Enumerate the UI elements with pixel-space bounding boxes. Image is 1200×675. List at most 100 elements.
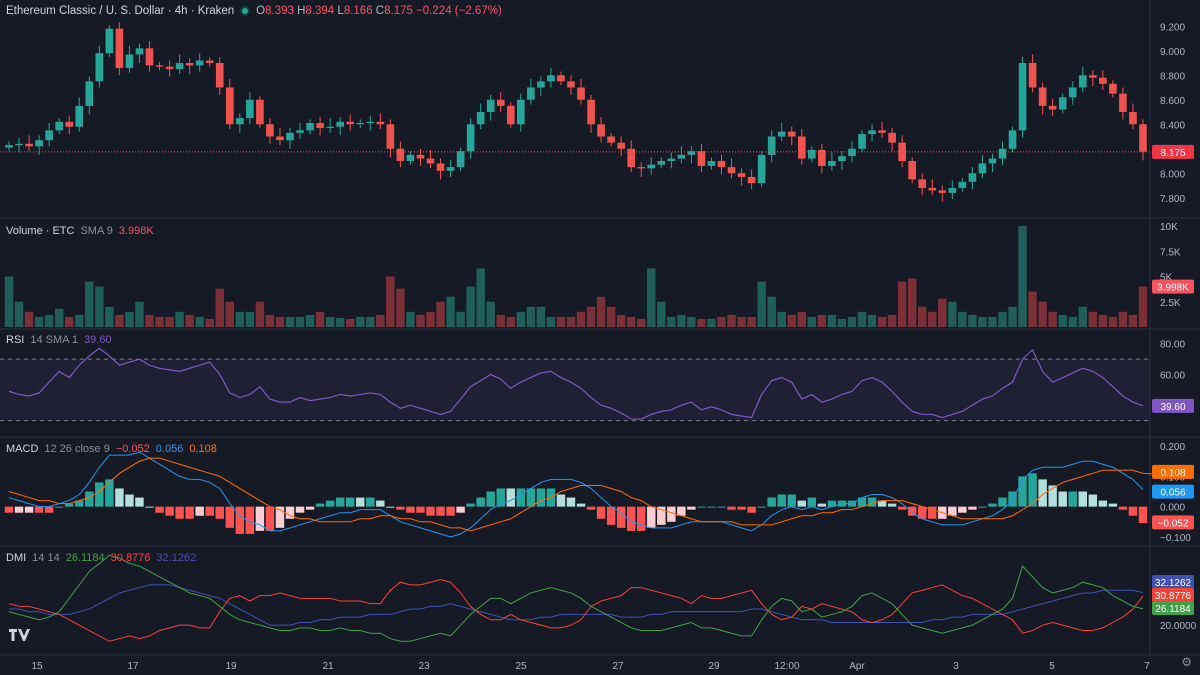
candle-body bbox=[938, 190, 947, 193]
candle-body bbox=[1018, 63, 1027, 131]
candle-body bbox=[426, 158, 435, 164]
candle-body bbox=[386, 124, 395, 149]
volume-bar bbox=[616, 314, 626, 327]
macd-histogram-bar bbox=[225, 506, 235, 528]
price-legend: Ethereum Classic / U. S. Dollar · 4h · K… bbox=[6, 5, 502, 17]
ohlc-values: O8.393 H8.394 L8.166 C8.175 −0.224 (−2.6… bbox=[256, 5, 502, 17]
candle-body bbox=[276, 136, 284, 141]
macd-histogram-bar bbox=[1118, 506, 1128, 510]
volume-last-label: 3.998K bbox=[1157, 283, 1189, 294]
volume-bar bbox=[767, 296, 776, 327]
volume-bar bbox=[576, 311, 586, 327]
volume-bar bbox=[757, 281, 766, 327]
candle-body bbox=[496, 99, 505, 106]
candle-body bbox=[797, 136, 806, 159]
volume-bar bbox=[315, 311, 325, 327]
macd-tick-label: −0.100 bbox=[1160, 533, 1191, 544]
tradingview-logo-icon[interactable] bbox=[8, 628, 30, 644]
macd-histogram-bar bbox=[998, 497, 1007, 507]
candle-body bbox=[1008, 130, 1017, 149]
candle-body bbox=[998, 148, 1007, 159]
macd-histogram-bar bbox=[356, 497, 365, 507]
macd-tick-label: 0.000 bbox=[1160, 503, 1185, 514]
candle-body bbox=[215, 63, 224, 88]
macd-histogram-bar bbox=[376, 500, 385, 507]
macd-histogram-bar bbox=[195, 506, 204, 516]
volume-bar bbox=[215, 288, 224, 327]
candle-body bbox=[828, 161, 836, 166]
candle-body bbox=[737, 173, 746, 177]
volume-bar bbox=[265, 314, 275, 327]
macd-histogram-bar bbox=[366, 497, 375, 507]
volume-bar bbox=[938, 298, 947, 327]
candle-body bbox=[135, 48, 144, 55]
candle-body bbox=[115, 28, 124, 68]
candle-body bbox=[1028, 63, 1037, 88]
volume-bar bbox=[657, 301, 666, 327]
macd-histogram-bar bbox=[777, 494, 786, 507]
candle-body bbox=[416, 154, 425, 159]
volume-bar bbox=[1118, 311, 1128, 327]
candle-body bbox=[888, 132, 896, 143]
macd-histogram-bar bbox=[968, 506, 977, 510]
time-axis-label: 7 bbox=[1144, 661, 1150, 672]
rsi-band-fill bbox=[0, 359, 1150, 421]
volume-bar bbox=[44, 314, 54, 327]
price-tick-label: 9.200 bbox=[1160, 22, 1185, 33]
volume-bar bbox=[426, 311, 435, 327]
volume-tick-label: 2.5K bbox=[1160, 298, 1181, 309]
macd-histogram-bar bbox=[797, 500, 807, 507]
macd-histogram-bar bbox=[416, 506, 425, 513]
time-axis-label: 21 bbox=[322, 661, 334, 672]
volume-bar bbox=[436, 301, 445, 327]
candle-body bbox=[848, 148, 856, 157]
volume-bar bbox=[1128, 314, 1138, 327]
volume-bar bbox=[717, 316, 726, 327]
volume-bar bbox=[466, 286, 475, 327]
candle-body bbox=[286, 132, 294, 141]
price-tick-label: 8.000 bbox=[1160, 169, 1185, 180]
volume-bar bbox=[917, 306, 927, 327]
volume-bar bbox=[406, 311, 415, 327]
candle-body bbox=[165, 66, 174, 70]
candle-body bbox=[697, 151, 706, 166]
macd-histogram-bar bbox=[526, 488, 536, 507]
candle-body bbox=[145, 48, 154, 66]
volume-bar bbox=[747, 316, 756, 327]
volume-bar bbox=[777, 311, 786, 327]
candle-body bbox=[757, 154, 766, 184]
volume-bar bbox=[1018, 226, 1027, 327]
dmi-tick-label: 20.0000 bbox=[1160, 621, 1197, 632]
volume-bar bbox=[586, 306, 596, 327]
volume-bar bbox=[606, 306, 616, 327]
candle-body bbox=[506, 105, 515, 125]
candle-body bbox=[336, 121, 344, 127]
candle-body bbox=[45, 130, 53, 141]
macd-histogram-bar bbox=[456, 506, 465, 513]
macd-histogram-bar bbox=[255, 506, 265, 531]
candle-body bbox=[1139, 124, 1147, 152]
time-axis-label: 17 bbox=[127, 661, 139, 672]
volume-bar bbox=[245, 311, 255, 327]
time-axis-label: 29 bbox=[708, 661, 720, 672]
volume-bar bbox=[948, 301, 957, 327]
symbol-title[interactable]: Ethereum Classic / U. S. Dollar · 4h · K… bbox=[6, 5, 234, 17]
candle-body bbox=[647, 164, 656, 169]
candle-body bbox=[597, 124, 605, 137]
volume-bar bbox=[958, 311, 967, 327]
candle-body bbox=[65, 121, 74, 127]
volume-bar bbox=[4, 276, 14, 327]
gear-icon[interactable]: ⚙ bbox=[1181, 655, 1192, 669]
candle-body bbox=[577, 87, 585, 100]
price-tick-label: 9.000 bbox=[1160, 47, 1185, 58]
macd-line bbox=[8, 451, 1144, 538]
dmi-minus-line bbox=[8, 579, 1144, 642]
signal-line bbox=[8, 457, 1154, 532]
macd-legend: MACD 12 26 close 9 −0.052 0.056 0.108 bbox=[6, 443, 217, 455]
macd-line-label: 0.056 bbox=[1160, 488, 1185, 499]
macd-histogram-bar bbox=[867, 497, 877, 507]
volume-bar bbox=[1028, 291, 1037, 327]
macd-histogram-bar bbox=[727, 506, 736, 510]
chart-canvas[interactable]: 9.2009.0008.8008.6008.4008.2008.0007.800… bbox=[0, 0, 1200, 675]
candle-body bbox=[396, 148, 405, 161]
